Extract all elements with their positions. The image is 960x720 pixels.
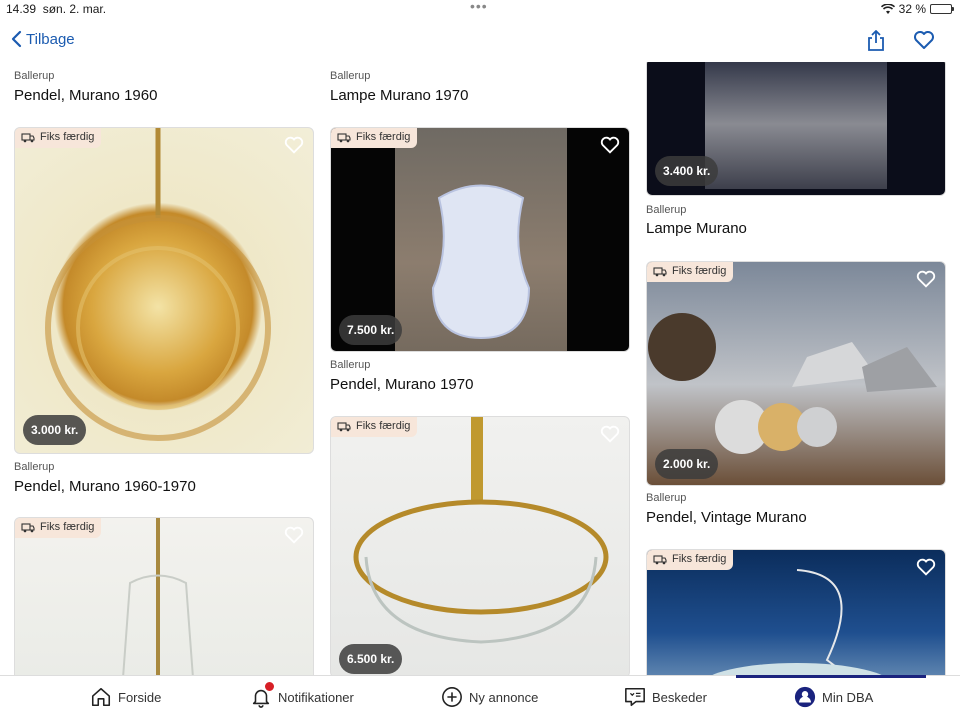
truck-icon <box>21 522 35 532</box>
price-tag: 6.500 kr. <box>339 644 403 674</box>
listing-location: Ballerup <box>14 461 55 473</box>
truck-icon <box>653 266 667 276</box>
listing-location: Ballerup <box>14 70 55 82</box>
heart-icon[interactable] <box>599 423 621 445</box>
plus-circle-icon <box>442 687 462 707</box>
favorite-heart-icon[interactable] <box>912 28 936 52</box>
tab-home-label: Forside <box>118 689 162 705</box>
heart-icon[interactable] <box>283 134 305 156</box>
photo-area <box>705 62 887 189</box>
listing-image: Fiks færdig 3.000 kr. <box>14 127 314 454</box>
listing-title: Pendel, Murano 1960-1970 <box>14 478 196 495</box>
tab-notifications-label: Notifikationer <box>278 689 354 705</box>
nav-bar: Tilbage <box>0 18 960 62</box>
chevron-left-icon <box>11 30 22 48</box>
listing-grid: Ballerup Pendel, Murano 1960 Fiks færdig… <box>0 62 960 675</box>
back-button[interactable]: Tilbage <box>10 30 75 48</box>
fiks-faerdig-badge: Fiks færdig <box>331 128 418 148</box>
heart-icon[interactable] <box>599 134 621 156</box>
listing-location: Ballerup <box>330 359 371 371</box>
listing-location: Ballerup <box>646 204 687 216</box>
listing-title: Lampe Murano 1970 <box>330 87 469 104</box>
heart-icon[interactable] <box>915 556 937 578</box>
tab-bar: Forside Notifikationer Ny annonce Besked… <box>0 675 960 720</box>
listing-image: Fiks færdig <box>14 517 314 675</box>
price-tag: 2.000 kr. <box>655 449 719 479</box>
truck-icon <box>653 554 667 564</box>
multitask-dots[interactable]: ••• <box>470 0 488 14</box>
battery-percent: 32 % <box>898 2 926 16</box>
price-tag: 3.000 kr. <box>23 415 87 445</box>
listing-image: Fiks færdig 2.000 kr. <box>646 261 946 486</box>
profile-icon <box>794 686 816 708</box>
listing-title: Pendel, Murano 1960 <box>14 87 158 104</box>
chat-icon <box>625 687 645 707</box>
fiks-faerdig-badge: Fiks færdig <box>15 128 102 148</box>
price-tag: 3.400 kr. <box>655 156 719 186</box>
tab-messages-label: Beskeder <box>652 689 707 705</box>
tab-notifications[interactable]: Notifikationer <box>250 681 354 708</box>
heart-icon[interactable] <box>283 524 305 546</box>
listing-image: Fiks færdig 7.500 kr. <box>330 127 630 352</box>
fiks-faerdig-badge: Fiks færdig <box>647 262 734 282</box>
listing-image: Fiks færdig 6.500 kr. <box>330 416 630 675</box>
status-right: 32 % <box>880 2 954 16</box>
wifi-icon <box>880 3 895 14</box>
pendant-lamp-illustration <box>45 128 271 441</box>
listing-title: Lampe Murano <box>646 220 747 237</box>
status-bar: 14.39 søn. 2. mar. ••• 32 % <box>0 0 960 18</box>
notification-dot <box>264 681 275 692</box>
heart-icon[interactable] <box>915 268 937 290</box>
truck-icon <box>21 132 35 142</box>
pendant-lamp-illustration <box>122 518 194 675</box>
listing-location: Ballerup <box>646 492 687 504</box>
share-icon[interactable] <box>864 28 888 52</box>
battery-icon <box>930 4 954 14</box>
fiks-faerdig-badge: Fiks færdig <box>15 518 102 538</box>
truck-icon <box>337 421 351 431</box>
price-tag: 7.500 kr. <box>339 315 403 345</box>
tab-my-dba-label: Min DBA <box>822 689 874 705</box>
status-time: 14.39 søn. 2. mar. <box>6 2 107 16</box>
listing-image: Fiks færdig <box>646 549 946 675</box>
listing-location: Ballerup <box>330 70 371 82</box>
back-label: Tilbage <box>26 30 75 48</box>
home-icon <box>91 687 111 707</box>
listing-image: 3.400 kr. <box>646 62 946 196</box>
active-tab-indicator <box>736 675 926 678</box>
tab-new-ad[interactable]: Ny annonce <box>441 686 538 708</box>
fiks-faerdig-badge: Fiks færdig <box>331 417 418 437</box>
listing-title: Pendel, Vintage Murano <box>646 509 807 526</box>
truck-icon <box>337 132 351 142</box>
tab-new-ad-label: Ny annonce <box>469 689 539 705</box>
tab-messages[interactable]: Beskeder <box>624 686 707 708</box>
tab-home[interactable]: Forside <box>90 686 161 708</box>
fiks-faerdig-badge: Fiks færdig <box>647 550 734 570</box>
pendant-lamp-illustration <box>353 417 609 644</box>
listing-title: Pendel, Murano 1970 <box>330 376 474 393</box>
tab-my-dba[interactable]: Min DBA <box>794 686 873 708</box>
